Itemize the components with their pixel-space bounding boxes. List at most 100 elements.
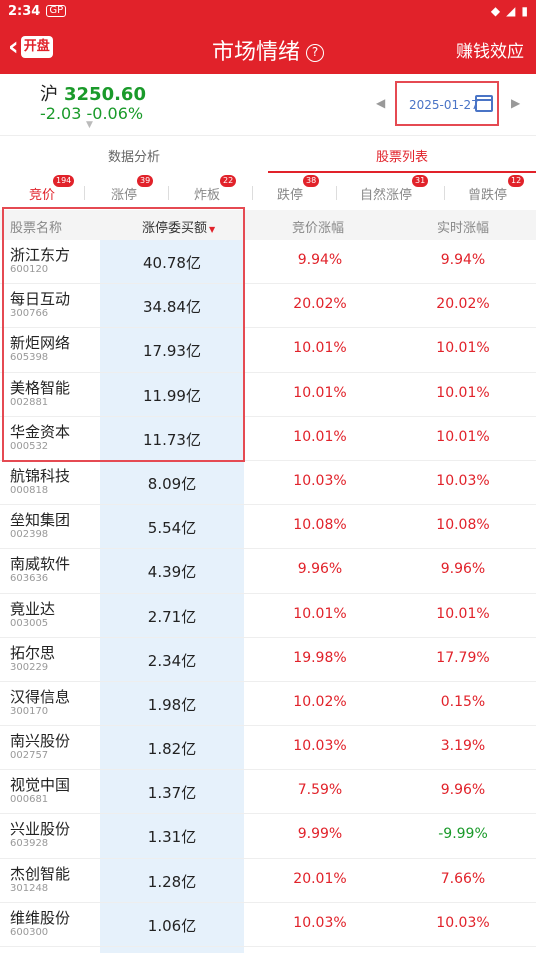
realtime-change: 10.01% — [436, 340, 490, 357]
divider — [444, 186, 445, 200]
stock-name: 南兴股份 — [10, 732, 71, 751]
realtime-change: 20.02% — [436, 296, 490, 313]
cat-natural-limit-up[interactable]: 自然涨停 31 — [360, 175, 429, 203]
order-amount: 1.06亿 — [147, 916, 197, 935]
realtime-change: 9.96% — [440, 561, 486, 578]
table-row[interactable]: 南兴股份 002757 1.82亿 10.03% 3.19% — [0, 726, 536, 771]
clock: 2:34 — [8, 3, 41, 19]
realtime-change: 10.03% — [436, 914, 490, 931]
realtime-change: 10.03% — [436, 472, 490, 489]
divider — [84, 186, 85, 200]
divider — [252, 186, 253, 200]
table-row[interactable]: 汉得信息 300170 1.98亿 10.02% 0.15% — [0, 682, 536, 727]
stock-name: 南威软件 — [10, 555, 71, 574]
table-row[interactable]: 航锦科技 000818 8.09亿 10.03% 10.03% — [0, 461, 536, 506]
stock-code: 600300 — [10, 926, 49, 938]
tab-stock-list[interactable]: 股票列表 — [376, 146, 428, 165]
table-row[interactable]: 杰创智能 301248 1.28亿 20.01% 7.66% — [0, 859, 536, 903]
stock-code: 003005 — [10, 617, 49, 629]
stock-code: 002398 — [10, 529, 49, 541]
stock-code: 300229 — [10, 661, 49, 673]
count-badge: 22 — [220, 175, 237, 187]
date-value: 2025-01-27 — [409, 98, 479, 112]
bid-change: 10.01% — [293, 340, 347, 357]
stock-code: 300170 — [10, 705, 49, 717]
stock-code: 603636 — [10, 573, 49, 585]
bid-change: 10.03% — [293, 738, 347, 755]
stock-name: 杰创智能 — [10, 864, 71, 883]
signal-icon: ◢ — [506, 4, 516, 18]
bid-change: 10.08% — [293, 517, 347, 534]
stock-code: 000818 — [10, 484, 49, 496]
order-amount: 1.31亿 — [147, 828, 197, 847]
stock-code: 002757 — [10, 750, 49, 762]
table-row[interactable]: 竟业达 003005 2.71亿 10.01% 10.01% — [0, 594, 536, 638]
money-effect-link[interactable]: 赚钱效应 — [456, 37, 524, 62]
status-bar: 2:34 GP ◆ ◢ ▮ — [0, 0, 536, 22]
bid-change: 9.94% — [297, 252, 343, 268]
count-badge: 12 — [508, 175, 525, 187]
index-name: 沪 — [40, 84, 58, 105]
realtime-change: 10.01% — [436, 428, 490, 445]
index-price: 3250.60 — [64, 84, 146, 105]
realtime-change: 0.15% — [440, 693, 486, 710]
prev-date-arrow-icon[interactable]: ◀ — [376, 96, 385, 110]
app-header: ‹ 开盘 市场情绪? 赚钱效应 — [0, 22, 536, 74]
realtime-change: 10.08% — [436, 517, 490, 534]
bid-change: 10.02% — [293, 693, 347, 710]
stock-name: 兴业股份 — [10, 820, 71, 839]
date-picker[interactable]: 2025-01-27 — [395, 81, 499, 126]
table-row[interactable]: 兴业股份 603928 1.31亿 9.99% -9.99% — [0, 814, 536, 859]
index-quote[interactable]: 沪 3250.60 -2.03 -0.06% ▼ — [40, 80, 146, 130]
category-tabs: 竞价 194 涨停 39 炸板 22 跌停 38 自然涨停 31 曾跌停 12 — [0, 175, 536, 208]
bid-change: 10.01% — [293, 428, 347, 445]
status-icons: ◆ ◢ ▮ — [491, 4, 528, 18]
stock-name: 维维股份 — [10, 908, 71, 927]
cat-broken-board[interactable]: 炸板 22 — [194, 175, 237, 203]
table-row[interactable]: 南威软件 603636 4.39亿 9.96% 9.96% — [0, 549, 536, 594]
count-badge: 38 — [303, 175, 320, 187]
bid-change: 10.01% — [293, 605, 347, 622]
cat-limit-down[interactable]: 跌停 38 — [277, 175, 320, 203]
expand-caret-icon[interactable]: ▼ — [86, 120, 93, 130]
page-title-text: 市场情绪 — [211, 40, 300, 65]
count-badge: 39 — [137, 175, 154, 187]
cat-bid[interactable]: 竞价 194 — [29, 175, 75, 203]
bid-change: 10.01% — [293, 384, 347, 401]
realtime-change: -9.99% — [438, 826, 488, 843]
stock-name: 垒知集团 — [10, 511, 71, 530]
stock-code: 603928 — [10, 838, 49, 850]
wifi-icon: ◆ — [490, 4, 501, 18]
order-amount: 1.82亿 — [147, 740, 197, 759]
bid-change: 20.01% — [293, 870, 347, 887]
stock-code: 000681 — [10, 794, 49, 806]
help-icon[interactable]: ? — [306, 44, 324, 62]
realtime-change: 9.96% — [440, 782, 486, 799]
bid-change: 19.98% — [293, 649, 347, 666]
active-tab-indicator — [268, 171, 536, 173]
highlight-box — [2, 207, 245, 462]
calendar-icon[interactable] — [475, 95, 493, 112]
table-row[interactable]: 视觉中国 000681 1.37亿 7.59% 9.96% — [0, 770, 536, 815]
header-realtime-change[interactable]: 实时涨幅 — [437, 217, 489, 236]
table-row[interactable]: 维维股份 600300 1.06亿 10.03% 10.03% — [0, 903, 536, 947]
tab-data-analysis[interactable]: 数据分析 — [108, 146, 160, 165]
order-amount: 8.09亿 — [147, 474, 197, 493]
stock-name: 竟业达 — [10, 599, 56, 618]
realtime-change: 10.01% — [436, 384, 490, 401]
divider — [336, 186, 337, 200]
next-date-arrow-icon[interactable]: ▶ — [511, 96, 520, 110]
order-amount: 4.39亿 — [147, 563, 197, 582]
table-row[interactable]: 垒知集团 002398 5.54亿 10.08% 10.08% — [0, 505, 536, 550]
realtime-change: 9.94% — [440, 252, 486, 268]
bid-change: 7.59% — [297, 782, 343, 799]
cat-limit-up[interactable]: 涨停 39 — [111, 175, 154, 203]
realtime-change: 17.79% — [436, 649, 490, 666]
divider — [168, 186, 169, 200]
count-badge: 194 — [53, 175, 75, 187]
cat-once-limit-down[interactable]: 曾跌停 12 — [468, 175, 525, 203]
header-bid-change[interactable]: 竞价涨幅 — [292, 217, 344, 236]
table-row[interactable]: 拓尔思 300229 2.34亿 19.98% 17.79% — [0, 638, 536, 682]
bid-change: 20.02% — [293, 296, 347, 313]
order-amount: 1.98亿 — [147, 695, 197, 714]
